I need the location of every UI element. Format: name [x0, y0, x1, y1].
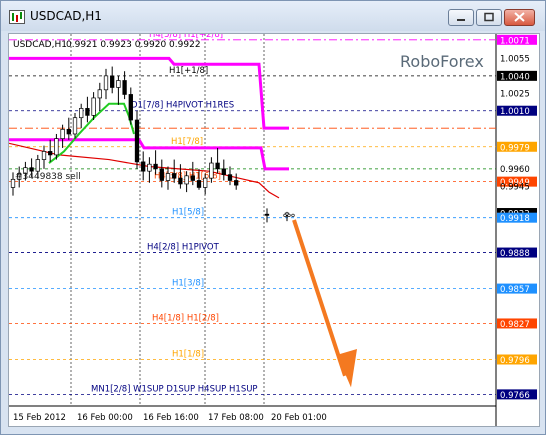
candle-body	[159, 168, 164, 181]
candle-body	[72, 117, 78, 135]
level-label: D1[7/8] H4PIVOT H1RES	[131, 101, 234, 111]
title-bar[interactable]: USDCAD,H1	[1, 1, 545, 31]
candle-body	[35, 159, 40, 172]
chart-header-symbol: USDCAD,H1	[13, 40, 67, 50]
level-label: H4[2/8] H1PIVOT	[147, 243, 220, 253]
price-chart[interactable]: H4[5/8] H1[+2/8] H1[+1/8] D1[7/8] H4PIVOT …	[8, 30, 539, 426]
level-lines: H4[5/8] H1[+2/8] H1[+1/8] D1[7/8] H4PIVOT …	[9, 30, 496, 395]
price-tag-label: 0.9979	[500, 143, 530, 153]
time-tick: 16 Feb 00:00	[77, 413, 133, 423]
minimize-button[interactable]	[448, 9, 474, 26]
candle-body	[48, 151, 53, 156]
candle-body	[178, 177, 183, 185]
candle-body	[60, 128, 65, 139]
maximize-button[interactable]	[476, 9, 502, 26]
candle-body	[153, 163, 158, 170]
maximize-icon	[484, 12, 494, 22]
candle-body	[172, 173, 177, 179]
price-tag-label: 0.9796	[500, 356, 530, 366]
level-label: H4[1/8] H1[2/8]	[152, 313, 219, 323]
candle-body	[221, 168, 226, 176]
price-tick: 0.9945	[500, 182, 530, 192]
candle-body	[165, 173, 171, 181]
window-title: USDCAD,H1	[30, 9, 102, 23]
forecast-arrow	[292, 219, 357, 388]
close-button[interactable]	[504, 9, 535, 26]
candle-body	[41, 151, 47, 160]
chart-window: USDCAD,H1 H4[5/8] H1[+2/8] H1[+1/8] D1[7/8…	[0, 0, 546, 435]
time-tick: 15 Feb 2012	[13, 413, 66, 423]
price-tag-label: 0.9766	[500, 391, 530, 401]
chart-header-ohlc: 0.9921 0.9923 0.9920 0.9922	[66, 40, 201, 50]
price-tick: 0.9960	[500, 165, 530, 175]
candle-body	[134, 119, 140, 163]
time-scale: 15 Feb 2012 16 Feb 00:00 16 Feb 16:00 17 Fe…	[13, 413, 327, 423]
price-scale: 1.0071 1.0055 1.0040 1.0025 1.0010 0.9979 0.99…	[497, 34, 537, 401]
candle-body	[54, 138, 59, 156]
candle-body	[227, 174, 233, 181]
order-label: #3449838 sell	[15, 172, 81, 182]
close-icon	[514, 12, 525, 22]
candle-body	[122, 80, 127, 95]
minimize-icon	[457, 19, 465, 21]
level-label: H1[+1/8]	[169, 66, 208, 76]
price-tag-label: 1.0010	[500, 107, 530, 117]
level-label: H1[5/8]	[172, 208, 204, 218]
level-label: H4[5/8] H1[+2/8]	[149, 34, 223, 40]
price-tag-label: 0.9888	[500, 249, 530, 259]
price-tick: 1.0055	[500, 54, 530, 64]
candle-body	[209, 162, 214, 179]
price-tag-label: 1.0040	[500, 72, 530, 82]
candle-body	[128, 94, 133, 121]
candle-body	[190, 175, 195, 181]
chart-icon	[9, 10, 25, 24]
candle-body	[29, 167, 34, 172]
level-label: MN1[2/8] W1SUP D1SUP H4SUP H1SUP	[91, 384, 258, 394]
candle-body	[103, 75, 109, 91]
candle-dot	[291, 213, 295, 217]
candle-body	[215, 162, 220, 170]
candles	[10, 66, 295, 223]
candle-body	[116, 80, 121, 88]
forecast-arrow-head	[337, 349, 357, 388]
forecast-arrow-shaft	[292, 219, 347, 377]
candle-body	[66, 128, 71, 135]
candle-body	[97, 89, 102, 99]
candle-body	[85, 108, 90, 116]
candle-body	[234, 180, 239, 186]
candle-body	[196, 180, 202, 188]
price-tick: 1.0025	[500, 89, 530, 99]
candle-body	[91, 97, 96, 116]
price-tag-label: 0.9918	[500, 214, 530, 224]
candle-dot	[287, 213, 291, 217]
candle-body	[264, 213, 270, 216]
time-tick: 20 Feb 01:00	[271, 413, 327, 423]
candle-body	[141, 161, 146, 172]
price-tag-label: 0.9857	[500, 285, 530, 295]
candle-body	[147, 163, 152, 172]
level-label: H1[7/8]	[171, 137, 203, 147]
candle-body	[79, 108, 84, 119]
level-label: H1[1/8]	[172, 350, 204, 360]
time-tick: 16 Feb 16:00	[143, 413, 199, 423]
candle-body	[110, 75, 115, 88]
price-tag-label: 0.9827	[500, 320, 530, 330]
chart-area[interactable]: H4[5/8] H1[+2/8] H1[+1/8] D1[7/8] H4PIVOT …	[8, 30, 540, 427]
price-tag-label: 1.0071	[500, 36, 530, 46]
upper-envelope-line	[9, 56, 289, 130]
watermark: RoboForex	[400, 52, 484, 71]
candle-body	[184, 175, 189, 185]
time-tick: 17 Feb 08:00	[208, 413, 264, 423]
level-label: H1[3/8]	[172, 279, 204, 289]
candle-body	[203, 177, 208, 188]
candle-dot	[283, 213, 287, 217]
